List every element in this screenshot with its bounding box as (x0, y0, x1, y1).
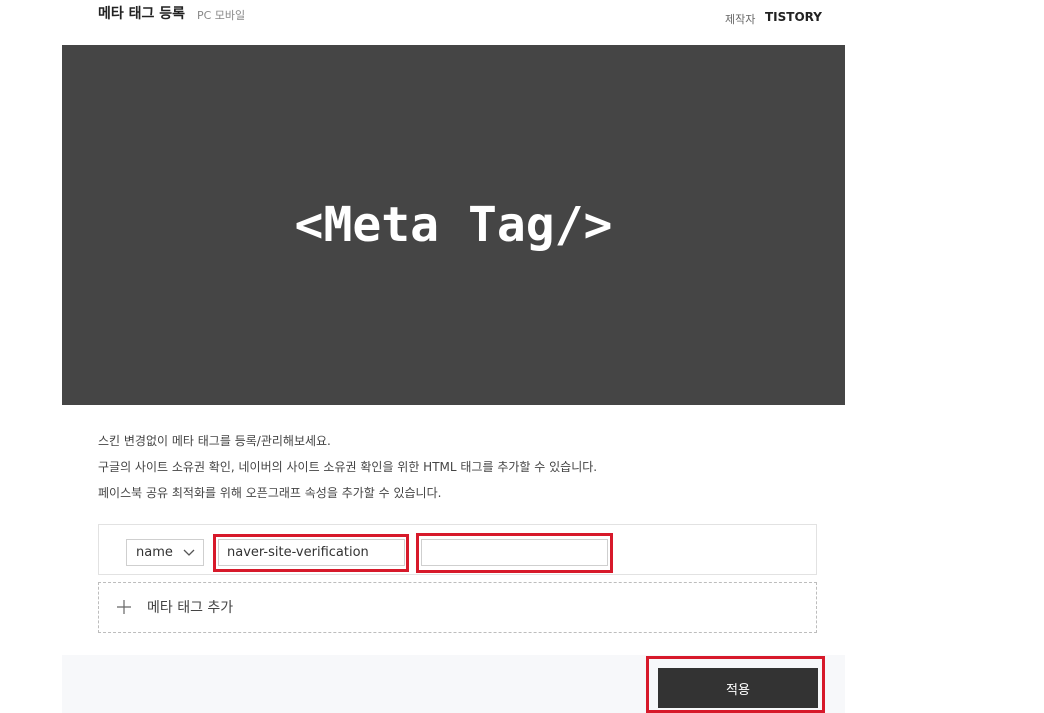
plugin-banner: <Meta Tag/> (62, 45, 845, 405)
maker-value: TISTORY (765, 10, 822, 24)
banner-text: <Meta Tag/> (294, 197, 613, 253)
meta-content-input[interactable] (421, 539, 608, 566)
apply-button[interactable]: 적용 (658, 668, 818, 708)
attribute-select[interactable]: name (126, 539, 204, 566)
chevron-down-icon (183, 546, 195, 562)
maker-label: 제작자 (725, 13, 756, 26)
plus-icon (117, 599, 131, 618)
attribute-select-value: name (136, 545, 173, 560)
platform-label: PC 모바일 (197, 9, 246, 22)
description-line-3: 페이스북 공유 최적화를 위해 오픈그래프 속성을 추가할 수 있습니다. (98, 486, 442, 500)
description-line-2: 구글의 사이트 소유권 확인, 네이버의 사이트 소유권 확인을 위한 HTML… (98, 460, 598, 474)
description-line-1: 스킨 변경없이 메타 태그를 등록/관리해보세요. (98, 434, 331, 448)
add-meta-tag-label: 메타 태그 추가 (147, 600, 234, 616)
page-title: 메타 태그 등록 (98, 6, 186, 22)
meta-name-input[interactable] (218, 539, 405, 566)
